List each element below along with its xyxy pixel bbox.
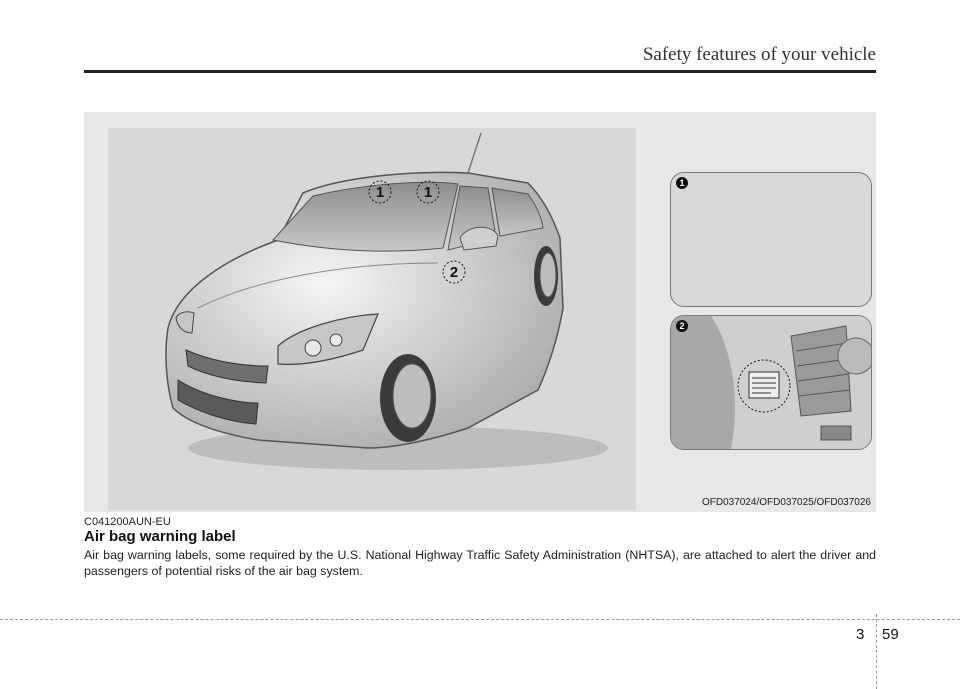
section-code: C041200AUN-EU [84, 516, 171, 528]
section-title: Air bag warning label [84, 528, 236, 545]
inset-label-location-1: 1 [670, 172, 872, 307]
inset-1-number: 1 [676, 177, 688, 189]
header-rule [84, 70, 876, 73]
car-illustration: 1 1 2 [165, 132, 608, 470]
callout-1-right-label: 1 [424, 184, 432, 201]
body-text: Air bag warning labels, some required by… [84, 548, 876, 578]
inset-label-location-2: 2 [670, 315, 872, 450]
header-title: Safety features of your vehicle [642, 44, 876, 65]
page-number: 59 [882, 626, 899, 643]
page-separator [876, 614, 877, 689]
figure-panel: 1 1 2 1 2 OFD037024/OFD037025/OFD037026 [84, 112, 876, 512]
dashboard-illustration [671, 316, 871, 449]
callout-2-label: 2 [450, 264, 458, 281]
inset-2-number: 2 [676, 320, 688, 332]
car-illustration-box: 1 1 2 [108, 128, 636, 510]
figure-caption: OFD037024/OFD037025/OFD037026 [702, 497, 871, 508]
callout-1-left-label: 1 [376, 184, 384, 201]
antenna [467, 132, 482, 174]
footer-rule [0, 619, 960, 620]
section-number: 3 [856, 626, 865, 643]
